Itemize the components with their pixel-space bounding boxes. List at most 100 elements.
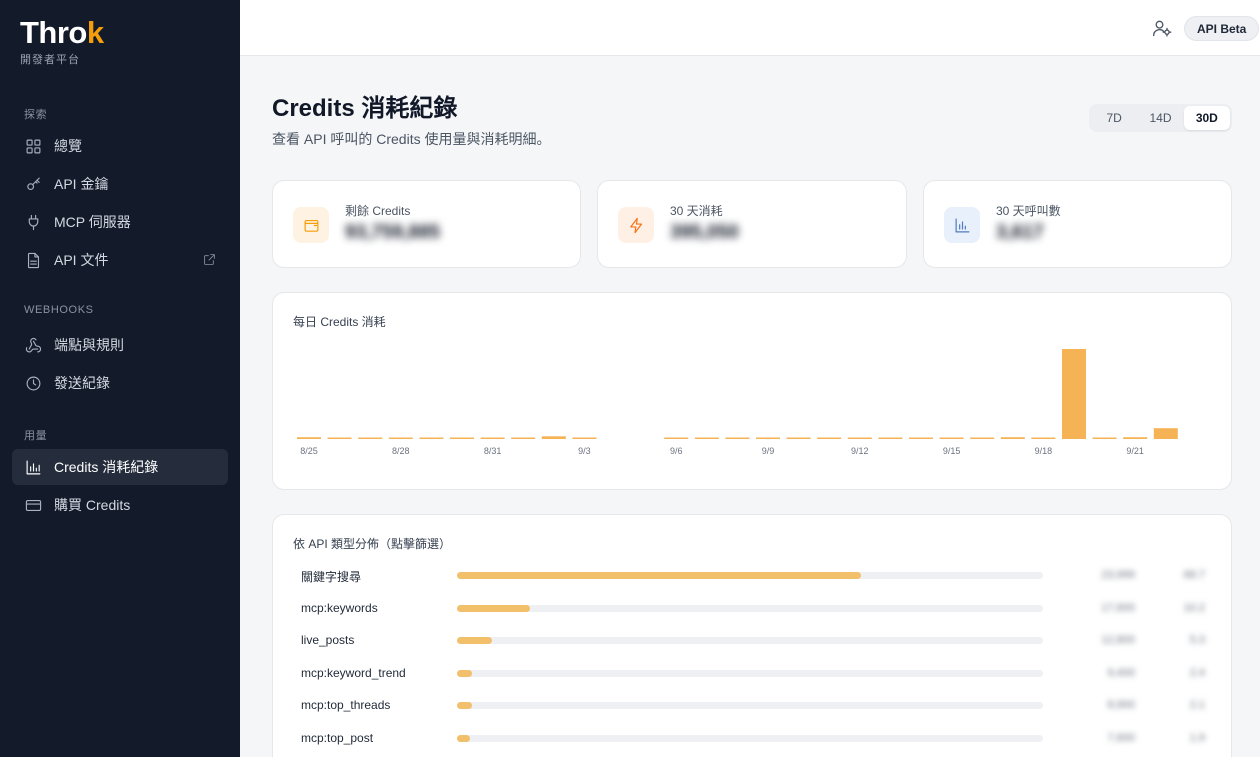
external-link-icon [203,253,216,266]
chart-bar-9/17[interactable] [1000,437,1025,439]
distribution-row-label: mcp:top_post [301,730,374,745]
brand-logo[interactable]: Throk 開發者平台 [20,16,104,67]
bar-chart-icon [944,207,980,243]
chart-bar-9/14[interactable] [909,437,933,440]
distribution-row-label: mcp:top_threads [301,698,391,712]
chart-bar-9/21[interactable] [1123,437,1148,439]
x-tick-label: 9/3 [578,446,591,456]
chart-bar-8/30[interactable] [450,437,474,440]
distribution-credits-value: 7,600 [1107,731,1135,744]
nav-section-usage: 用量 [24,430,48,442]
distribution-credits-value: 8,900 [1107,699,1135,711]
distribution-row[interactable]: mcp:keywords 17,600 10.2 [273,599,1231,619]
range-14d-button[interactable]: 14D [1137,106,1183,130]
distribution-bar-track [457,637,1043,644]
stat-label: 剩餘 Credits [345,204,411,218]
range-selector: 7D 14D 30D [1089,104,1232,132]
page-subtitle: 查看 API 呼叫的 Credits 使用量與消耗明細。 [272,131,551,147]
chart-bar-9/22[interactable] [1153,428,1178,439]
x-tick-label: 9/15 [943,446,961,456]
stat-card-30d-calls: 30 天呼叫數 3,617 [923,180,1232,268]
topbar: API Beta [240,0,1260,56]
chart-bar-9/19[interactable] [1062,349,1086,439]
chart-bar-8/28[interactable] [388,437,413,440]
distribution-row[interactable]: live_posts 12,800 5.3 [273,631,1231,651]
plug-icon [24,213,42,231]
sidebar-item-mcp-server[interactable]: MCP 伺服器 [12,204,228,240]
distribution-credits-value: 12,800 [1101,634,1135,646]
distribution-bar-fill [457,604,531,612]
daily-credits-chart-card: 每日 Credits 消耗 8/25 8/28 8/31 9/3 9/6 9/9 9/12 9… [272,292,1232,490]
stat-card-remaining: 剩餘 Credits 93,759,885 [272,180,581,268]
distribution-row-label: mcp:keyword_trend [301,665,406,680]
chart-bar-9/12[interactable] [847,437,872,440]
sidebar-item-label: Credits 消耗紀錄 [54,459,159,475]
chart-bar-9/18[interactable] [1031,437,1056,440]
webhook-icon [24,336,42,354]
sidebar-item-label: MCP 伺服器 [54,214,131,230]
chart-bar-9/6[interactable] [664,437,689,440]
distribution-percent-value: 10.2 [1183,601,1205,614]
distribution-title: 依 API 類型分佈（點擊篩選） [293,537,452,551]
x-tick-label: 8/31 [484,446,502,456]
chart-bar-9/20[interactable] [1092,437,1117,440]
distribution-row[interactable]: mcp:keyword_trend 9,400 2.4 [273,664,1231,684]
sidebar-item-api-docs[interactable]: API 文件 [12,242,228,278]
stat-card-30d-consumption: 30 天消耗 395,050 [597,180,907,268]
distribution-bar-fill [457,734,470,742]
chart-bar-9/11[interactable] [817,437,842,440]
distribution-bar-fill [457,669,473,677]
distribution-bar-track [457,702,1043,709]
key-icon [24,175,42,193]
range-30d-button[interactable]: 30D [1183,106,1230,130]
stat-label: 30 天呼叫數 [996,204,1061,218]
chart-bar-9/1[interactable] [511,437,536,440]
chart-bar-9/8[interactable] [725,437,750,440]
chart-bar-9/3[interactable] [572,437,597,440]
distribution-bar-track [457,669,1043,677]
sidebar-item-label: 發送紀錄 [54,375,110,391]
api-beta-badge[interactable]: API Beta [1184,16,1260,41]
sidebar-item-credits-log[interactable]: Credits 消耗紀錄 [12,449,228,485]
distribution-row[interactable]: 關鍵字搜尋 23,999 68.7 [273,566,1231,586]
chart-bar-8/29[interactable] [419,437,444,440]
distribution-row-label: 關鍵字搜尋 [301,570,362,584]
chart-bar-9/15[interactable] [939,437,964,440]
chart-bar-9/9[interactable] [756,437,780,440]
daily-credits-chart: 8/25 8/28 8/31 9/3 9/6 9/9 9/12 9/15 9/18 9/21 [297,349,1178,456]
api-type-distribution-card: 依 API 類型分佈（點擊篩選） 關鍵字搜尋 23,999 68.7 mcp:keyw… [272,514,1232,757]
stat-value: 93,759,885 [345,222,441,243]
wallet-icon [293,207,329,243]
chart-bar-9/7[interactable] [694,437,719,440]
sidebar-item-label: 端點與規則 [54,337,124,353]
distribution-percent-value: 1.9 [1189,731,1205,744]
distribution-percent-value: 2.1 [1189,699,1205,711]
chart-bar-9/13[interactable] [878,437,903,440]
sidebar-item-delivery-log[interactable]: 發送紀錄 [12,365,228,401]
credit-card-icon [24,496,42,514]
chart-bar-8/25[interactable] [297,437,321,439]
stat-label: 30 天消耗 [670,204,723,218]
user-settings-icon[interactable] [1152,18,1172,38]
page-title: Credits 消耗紀錄 [272,95,458,122]
x-tick-label: 9/21 [1126,446,1144,456]
sidebar-item-overview[interactable]: 總覽 [12,128,228,164]
nav-section-webhooks: WEBHOOKS [24,304,94,316]
sidebar-item-label: API 金鑰 [54,176,109,192]
chart-bar-9/2[interactable] [541,436,566,439]
distribution-row[interactable]: mcp:top_post 7,600 1.9 [273,729,1231,749]
chart-bar-9/10[interactable] [786,437,811,440]
chart-bar-8/31[interactable] [480,437,505,440]
sidebar-item-endpoints[interactable]: 端點與規則 [12,327,228,363]
range-7d-button[interactable]: 7D [1091,106,1137,130]
distribution-row[interactable]: mcp:top_threads 8,900 2.1 [273,696,1231,716]
x-tick-label: 8/25 [300,446,318,456]
brand-subtitle: 開發者平台 [20,54,80,66]
stat-value: 395,050 [670,222,739,243]
chart-bar-8/26[interactable] [327,437,352,440]
sidebar-item-buy-credits[interactable]: 購買 Credits [12,487,228,523]
sidebar-item-api-keys[interactable]: API 金鑰 [12,166,228,202]
chart-bar-8/27[interactable] [358,437,383,440]
chart-bar-9/16[interactable] [970,437,995,440]
x-tick-label: 9/6 [670,446,683,456]
